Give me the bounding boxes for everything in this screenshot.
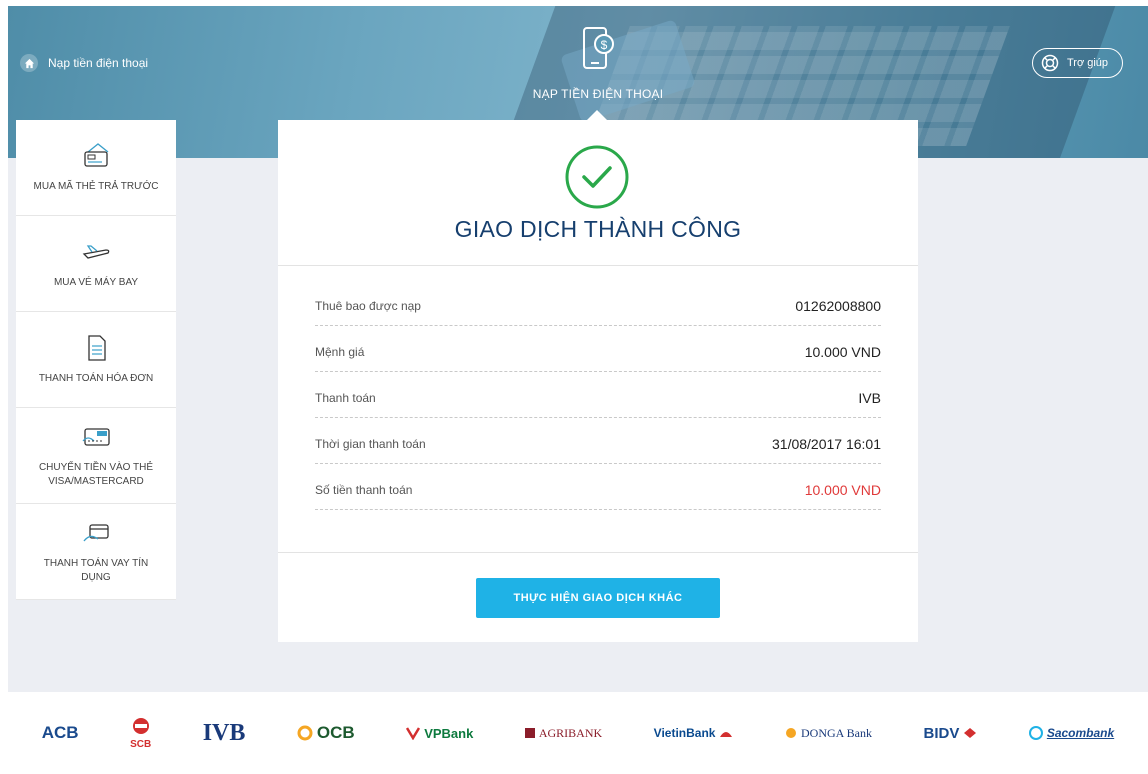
divider [278, 265, 918, 266]
vietinbank-emblem-icon [720, 732, 733, 737]
svg-text:$: $ [601, 38, 608, 52]
bank-logo-sacombank: Sacombank [1028, 726, 1115, 740]
bank-logo-bidv: BIDV [923, 725, 977, 742]
result-panel: GIAO DỊCH THÀNH CÔNG Thuê bao được nạp 0… [278, 120, 918, 642]
bill-icon [88, 334, 106, 361]
detail-label: Thời gian thanh toán [315, 436, 426, 451]
detail-label: Thanh toán [315, 390, 376, 405]
detail-value: 31/08/2017 16:01 [772, 435, 881, 452]
detail-row-denomination: Mệnh giá 10.000 VND [315, 326, 881, 372]
divider [278, 552, 918, 553]
detail-row-subscriber: Thuê bao được nạp 01262008800 [315, 280, 881, 326]
bidv-emblem-icon [964, 728, 977, 738]
detail-row-payment-time: Thời gian thanh toán 31/08/2017 16:01 [315, 418, 881, 464]
detail-value-amount: 10.000 VND [804, 481, 881, 498]
bank-name: OCB [316, 723, 355, 742]
sidebar-item-label: THANH TOÁN HÓA ĐƠN [38, 372, 154, 384]
detail-value: 01262008800 [795, 297, 881, 314]
visa-card-icon [82, 427, 110, 446]
sidebar-item-label: CHUYỂN TIỀN VÀO THẺ VISA/MASTERCARD [38, 461, 154, 487]
breadcrumb-label[interactable]: Nạp tiền điện thoại [48, 56, 148, 70]
page-frame: Nạp tiền điện thoại $ NẠP TIỀN ĐIỆN THOẠ… [8, 6, 1148, 774]
detail-row-amount: Số tiền thanh toán 10.000 VND [315, 464, 881, 510]
transaction-details: Thuê bao được nạp 01262008800 Mệnh giá 1… [315, 280, 881, 510]
success-check-icon [565, 145, 629, 209]
bank-logo-vietinbank: VietinBank [654, 726, 734, 740]
sidebar-item-credit-payment[interactable]: THANH TOÁN VAY TÍN DỤNG [16, 504, 176, 600]
new-transaction-button[interactable]: THỰC HIỆN GIAO DỊCH KHÁC [476, 578, 720, 618]
sidebar-item-prepaid-card[interactable]: MUA MÃ THẺ TRẢ TRƯỚC [16, 120, 176, 216]
lifebuoy-icon [1041, 54, 1059, 72]
page-title: NẠP TIỀN ĐIỆN THOẠI [532, 87, 664, 101]
bank-logo-ocb: OCB [297, 723, 355, 743]
detail-label: Thuê bao được nạp [315, 298, 421, 313]
bank-logo-scb: SCB [130, 717, 151, 750]
ocb-emblem-icon [297, 725, 313, 741]
detail-row-payment-source: Thanh toán IVB [315, 372, 881, 418]
bank-logo-agribank: AGRIBANK [524, 725, 603, 741]
detail-label: Số tiền thanh toán [315, 482, 413, 497]
bank-name: AGRIBANK [538, 725, 603, 740]
bank-logos-bar: ACB SCB IVB OCB VPBank AGRIBANK VietinBa… [8, 692, 1148, 774]
sidebar-item-visa-transfer[interactable]: CHUYỂN TIỀN VÀO THẺ VISA/MASTERCARD [16, 408, 176, 504]
sidebar: MUA MÃ THẺ TRẢ TRƯỚC MUA VÉ MÁY BAY THAN… [16, 120, 176, 600]
bank-logo-acb: ACB [41, 723, 79, 742]
bank-name: DONGA Bank [800, 725, 872, 740]
bank-logo-vpbank: VPBank [406, 726, 473, 741]
bank-logo-donga: DONGA Bank [785, 726, 872, 741]
home-icon[interactable] [20, 54, 38, 72]
sidebar-item-label: MUA MÃ THẺ TRẢ TRƯỚC [33, 180, 159, 192]
bank-logo-ivb: IVB [202, 719, 246, 746]
prepaid-card-icon [84, 142, 109, 167]
help-label: Trợ giúp [1067, 57, 1109, 69]
phone-payment-icon: $ [583, 27, 614, 69]
detail-value: 10.000 VND [804, 343, 881, 360]
detail-label: Mệnh giá [315, 344, 365, 359]
sidebar-item-label: MUA VÉ MÁY BAY [53, 276, 139, 288]
sidebar-item-bill[interactable]: THANH TOÁN HÓA ĐƠN [16, 312, 176, 408]
help-button[interactable]: Trợ giúp [1032, 48, 1124, 78]
breadcrumb[interactable]: Nạp tiền điện thoại [20, 54, 148, 72]
sacombank-emblem-icon [1028, 726, 1043, 740]
result-title: GIAO DỊCH THÀNH CÔNG [454, 216, 742, 242]
bank-name: BIDV [923, 724, 960, 742]
sidebar-item-flight[interactable]: MUA VÉ MÁY BAY [16, 216, 176, 312]
credit-payment-icon [83, 523, 109, 541]
airplane-icon [82, 244, 110, 259]
vpbank-emblem-icon [406, 727, 421, 740]
bank-name: SCB [130, 738, 152, 750]
hero-header: $ NẠP TIỀN ĐIỆN THOẠI [508, 26, 688, 101]
bank-name: Sacombank [1046, 726, 1115, 740]
active-pointer [587, 110, 607, 120]
scb-emblem-icon [132, 717, 149, 734]
detail-value: IVB [858, 389, 881, 406]
donga-emblem-icon [785, 728, 796, 738]
bank-name: VPBank [424, 725, 474, 741]
sidebar-item-label: THANH TOÁN VAY TÍN DỤNG [43, 557, 149, 583]
bank-name: VietinBank [653, 726, 716, 740]
